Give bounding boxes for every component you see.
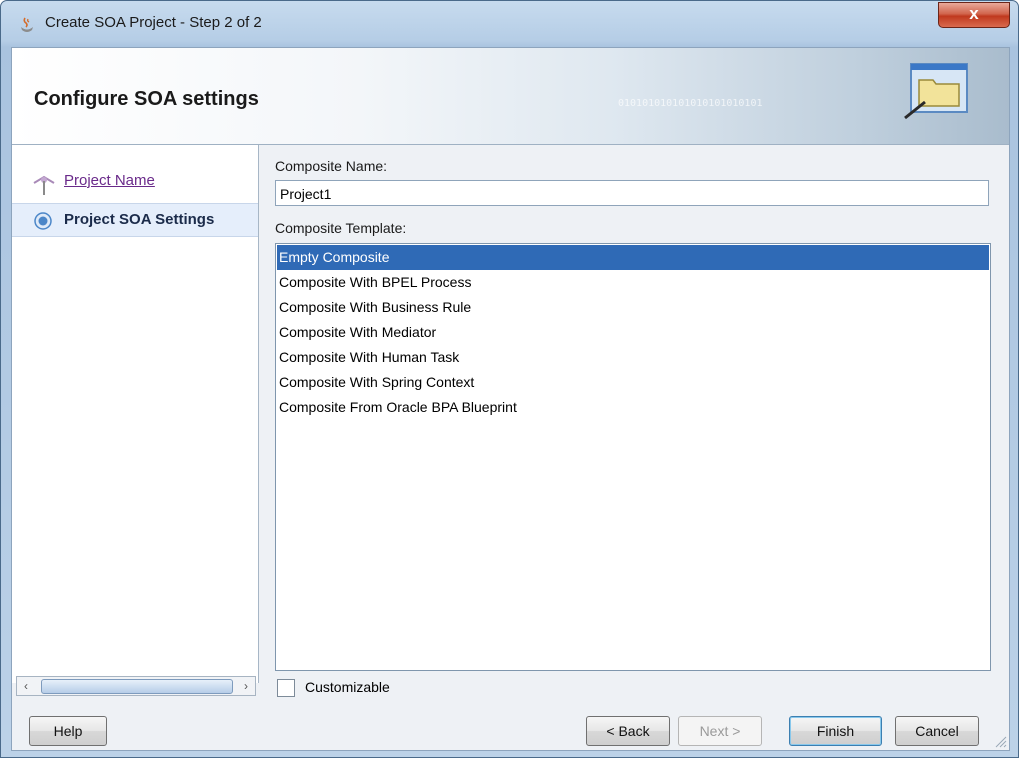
nav-horizontal-scrollbar[interactable]: ‹ › bbox=[16, 676, 256, 696]
step-completed-icon bbox=[33, 175, 55, 195]
scroll-right-icon[interactable]: › bbox=[237, 677, 255, 695]
template-item-business-rule[interactable]: Composite With Business Rule bbox=[277, 295, 989, 320]
folder-wizard-icon bbox=[904, 63, 968, 120]
resize-grip-icon[interactable] bbox=[993, 734, 1007, 748]
template-item-mediator[interactable]: Composite With Mediator bbox=[277, 320, 989, 345]
nav-step-label[interactable]: Project SOA Settings bbox=[64, 211, 214, 228]
scrollbar-thumb[interactable] bbox=[41, 679, 233, 694]
composite-template-label: Composite Template: bbox=[275, 220, 407, 236]
step-current-icon bbox=[34, 212, 52, 230]
window-title: Create SOA Project - Step 2 of 2 bbox=[45, 14, 262, 31]
close-button[interactable]: x bbox=[938, 2, 1010, 28]
template-item-spring-context[interactable]: Composite With Spring Context bbox=[277, 370, 989, 395]
page-title: Configure SOA settings bbox=[34, 88, 259, 110]
nav-step-label[interactable]: Project Name bbox=[64, 172, 155, 189]
dialog-body: Configure SOA settings 01010101010101010… bbox=[11, 47, 1010, 751]
customizable-label[interactable]: Customizable bbox=[305, 679, 390, 695]
nav-step-project-name[interactable]: Project Name bbox=[12, 165, 258, 197]
template-item-bpel-process[interactable]: Composite With BPEL Process bbox=[277, 270, 989, 295]
finish-button[interactable]: Finish bbox=[789, 716, 882, 746]
template-item-bpa-blueprint[interactable]: Composite From Oracle BPA Blueprint bbox=[277, 395, 989, 420]
banner-binary-decoration: 010101010101010101010101 bbox=[618, 98, 763, 109]
composite-template-list[interactable]: Empty Composite Composite With BPEL Proc… bbox=[275, 243, 991, 671]
back-button[interactable]: < Back bbox=[586, 716, 670, 746]
cancel-button[interactable]: Cancel bbox=[895, 716, 979, 746]
dialog-window: Create SOA Project - Step 2 of 2 x Confi… bbox=[0, 0, 1019, 758]
help-button[interactable]: Help bbox=[29, 716, 107, 746]
wizard-steps-nav: Project Name Project SOA Settings bbox=[12, 145, 259, 683]
composite-name-input[interactable]: Project1 bbox=[275, 180, 989, 206]
template-item-empty-composite[interactable]: Empty Composite bbox=[277, 245, 989, 270]
template-item-human-task[interactable]: Composite With Human Task bbox=[277, 345, 989, 370]
java-cup-icon bbox=[21, 17, 33, 32]
title-bar[interactable]: Create SOA Project - Step 2 of 2 x bbox=[1, 1, 1018, 47]
composite-name-label: Composite Name: bbox=[275, 158, 388, 174]
nav-step-project-soa-settings[interactable]: Project SOA Settings bbox=[12, 203, 258, 237]
scroll-left-icon[interactable]: ‹ bbox=[17, 677, 35, 695]
customizable-checkbox[interactable] bbox=[277, 679, 295, 697]
next-button[interactable]: Next > bbox=[678, 716, 762, 746]
header-banner: Configure SOA settings 01010101010101010… bbox=[12, 48, 1009, 145]
